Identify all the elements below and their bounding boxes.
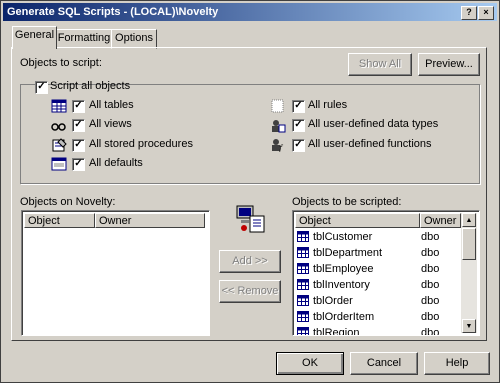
cancel-button[interactable]: Cancel xyxy=(350,352,418,375)
table-row[interactable]: tblRegion dbo xyxy=(295,325,461,336)
all-user-defined-functions-checkbox[interactable]: ✓ xyxy=(292,139,305,152)
view-icon xyxy=(51,119,67,133)
rule-icon xyxy=(270,99,286,113)
row-owner: dbo xyxy=(421,279,440,291)
row-object-name: tblOrderItem xyxy=(313,311,375,323)
tab-options[interactable]: Options xyxy=(111,29,157,49)
table-icon xyxy=(297,231,309,242)
table-icon xyxy=(297,327,309,335)
ok-button[interactable]: OK xyxy=(276,352,344,375)
preview-button[interactable]: Preview... xyxy=(418,53,480,76)
objects-to-be-scripted-list[interactable]: Object Owner tblCustomer dbo tblDepartment… xyxy=(292,210,480,336)
remove-button[interactable]: << Remove xyxy=(219,280,281,303)
right-object-column-header[interactable]: Object xyxy=(295,213,420,228)
table-row[interactable]: tblOrderItem dbo xyxy=(295,309,461,325)
all-user-defined-data-types-checkbox[interactable]: ✓ xyxy=(292,119,305,132)
all-rules-label: All rules xyxy=(308,99,348,111)
table-icon xyxy=(51,99,67,113)
script-all-label: Script all objects xyxy=(50,80,131,92)
tab-formatting[interactable]: Formatting xyxy=(56,29,112,49)
tab-formatting-label: Formatting xyxy=(57,32,111,44)
help-icon[interactable]: ? xyxy=(461,6,477,20)
row-object-name: tblEmployee xyxy=(313,263,374,275)
table-icon xyxy=(297,295,309,306)
scroll-down-icon[interactable]: ▼ xyxy=(462,319,476,333)
all-views-checkbox[interactable]: ✓ xyxy=(72,119,85,132)
table-row[interactable]: tblOrder dbo xyxy=(295,293,461,309)
close-icon[interactable]: × xyxy=(478,6,494,20)
row-owner: dbo xyxy=(421,311,440,323)
all-user-defined-data-types-label: All user-defined data types xyxy=(308,118,439,130)
add-button[interactable]: Add >> xyxy=(219,250,281,273)
title-bar[interactable]: Generate SQL Scripts - (LOCAL)\Novelty ?… xyxy=(3,3,497,21)
row-object-name: tblRegion xyxy=(313,327,360,336)
row-object-name: tblDepartment xyxy=(313,247,383,259)
all-rules-checkbox[interactable]: ✓ xyxy=(292,100,305,113)
left-object-column-header[interactable]: Object xyxy=(24,213,95,228)
all-stored-procedures-label: All stored procedures xyxy=(89,138,193,150)
scroll-thumb[interactable] xyxy=(462,228,476,260)
table-icon xyxy=(297,311,309,322)
left-owner-column-header[interactable]: Owner xyxy=(95,213,205,228)
objects-to-be-scripted-label: Objects to be scripted: xyxy=(292,196,402,208)
row-owner: dbo xyxy=(421,231,440,243)
show-all-button[interactable]: Show All xyxy=(348,53,412,76)
all-stored-procedures-checkbox[interactable]: ✓ xyxy=(72,139,85,152)
table-row[interactable]: tblDepartment dbo xyxy=(295,245,461,261)
user-function-icon: f xyxy=(270,138,286,153)
table-row[interactable]: tblInventory dbo xyxy=(295,277,461,293)
objects-on-label: Objects on Novelty: xyxy=(20,196,116,208)
row-object-name: tblOrder xyxy=(313,295,353,307)
table-row[interactable]: tblCustomer dbo xyxy=(295,229,461,245)
window-title: Generate SQL Scripts - (LOCAL)\Novelty xyxy=(7,6,219,18)
table-row[interactable]: tblEmployee dbo xyxy=(295,261,461,277)
table-icon xyxy=(297,263,309,274)
vertical-scrollbar[interactable]: ▲ ▼ xyxy=(461,213,477,333)
dialog-window: Generate SQL Scripts - (LOCAL)\Novelty ?… xyxy=(0,0,500,383)
table-icon xyxy=(297,247,309,258)
all-views-label: All views xyxy=(89,118,132,130)
all-defaults-label: All defaults xyxy=(89,157,143,169)
user-data-type-icon xyxy=(270,119,286,133)
all-tables-checkbox[interactable]: ✓ xyxy=(72,100,85,113)
row-owner: dbo xyxy=(421,247,440,259)
all-user-defined-functions-label: All user-defined functions xyxy=(308,138,432,150)
row-owner: dbo xyxy=(421,327,440,336)
objects-on-list[interactable]: Object Owner xyxy=(21,210,210,336)
general-tab-panel: Objects to script: Show All Preview... ✓… xyxy=(11,47,487,341)
stored-procedure-icon xyxy=(51,138,67,152)
all-tables-label: All tables xyxy=(89,99,134,111)
objects-to-script-label: Objects to script: xyxy=(20,57,102,69)
script-all-checkbox[interactable]: ✓ xyxy=(35,81,48,94)
row-object-name: tblInventory xyxy=(313,279,370,291)
row-owner: dbo xyxy=(421,295,440,307)
all-defaults-checkbox[interactable]: ✓ xyxy=(72,158,85,171)
tab-general-label: General xyxy=(14,29,55,41)
right-owner-column-header[interactable]: Owner xyxy=(420,213,461,228)
svg-text:f: f xyxy=(278,144,284,152)
scroll-up-icon[interactable]: ▲ xyxy=(462,213,476,227)
help-button[interactable]: Help xyxy=(424,352,490,375)
row-object-name: tblCustomer xyxy=(313,231,373,243)
row-owner: dbo xyxy=(421,263,440,275)
tab-options-label: Options xyxy=(115,32,153,44)
default-icon xyxy=(51,157,67,171)
script-objects-icon xyxy=(235,204,267,234)
tab-general[interactable]: General xyxy=(12,26,57,49)
table-icon xyxy=(297,279,309,290)
